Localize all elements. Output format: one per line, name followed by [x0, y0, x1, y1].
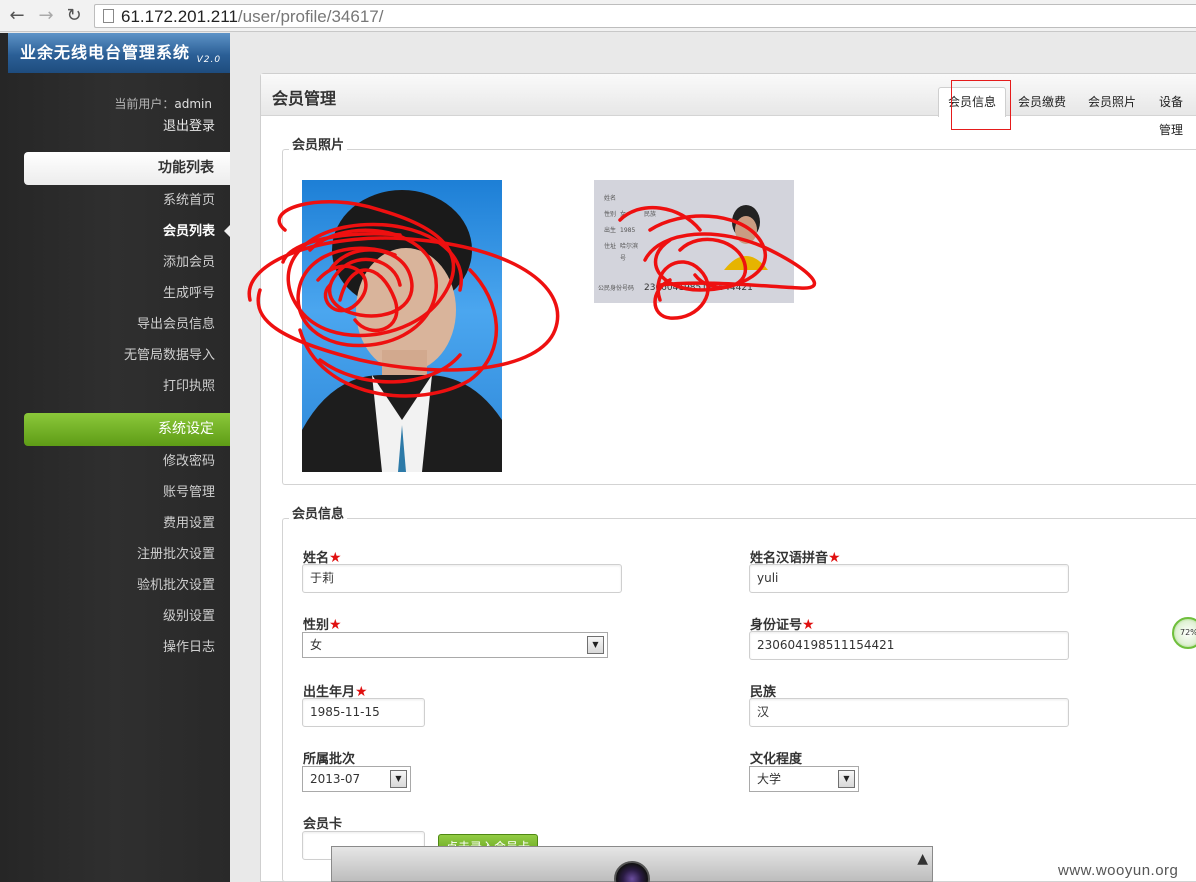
- sidebar-item-gen-callsign[interactable]: 生成呼号: [124, 278, 215, 309]
- tab-equipment[interactable]: 设备管理: [1150, 88, 1196, 137]
- app-logo: 业余无线电台管理系统 V2.0: [8, 33, 230, 73]
- id-card-birth-label: 出生: [604, 226, 616, 234]
- page-icon: [103, 9, 114, 23]
- portrait-image: [302, 190, 502, 472]
- highlight-annotation: [951, 80, 1011, 130]
- back-arrow-icon[interactable]: ←: [6, 5, 28, 27]
- sidebar-item-op-log[interactable]: 操作日志: [137, 632, 215, 663]
- watermark: www.wooyun.org: [1058, 862, 1179, 879]
- tab-member-fees[interactable]: 会员缴费: [1009, 88, 1075, 116]
- section-function-list[interactable]: 功能列表: [24, 152, 230, 185]
- collapse-up-icon[interactable]: ▲: [917, 851, 928, 867]
- address-bar[interactable]: 61.172.201.211/user/profile/34617/: [94, 4, 1196, 28]
- id-card-sex-label: 性别: [604, 210, 616, 218]
- logout-link[interactable]: 退出登录: [163, 115, 215, 134]
- sex-label: 性别★: [303, 617, 342, 633]
- id-card-address-cont: 号: [620, 255, 626, 262]
- birth-field[interactable]: 1985-11-15: [302, 698, 425, 727]
- sex-select[interactable]: 女 ▼: [302, 632, 608, 658]
- required-star-icon: ★: [329, 617, 342, 633]
- id-card-birth-year: 1985: [620, 227, 635, 234]
- media-overlay-bar[interactable]: ▲: [331, 846, 933, 882]
- section-system-settings[interactable]: 系统设定: [24, 413, 230, 446]
- id-card-sex: 女: [620, 210, 626, 218]
- id-card-number-label: 公民身份号码: [598, 284, 634, 292]
- sidebar-item-add-member[interactable]: 添加会员: [124, 247, 215, 278]
- id-number-field[interactable]: 230604198511154421: [749, 631, 1069, 660]
- id-card-address-label: 住址: [604, 242, 616, 250]
- chevron-down-icon: ▼: [587, 636, 604, 654]
- id-card-image: 姓名 性别 女 民族 出生 1985 住址 哈尔滨 号 公民身份号码 23060…: [594, 180, 794, 303]
- id-card-address: 哈尔滨: [620, 242, 638, 250]
- ethnic-field[interactable]: 汉: [749, 698, 1069, 727]
- id-card-ethnic-label: 民族: [644, 210, 656, 218]
- settings-menu: 修改密码 账号管理 费用设置 注册批次设置 验机批次设置 级别设置 操作日志: [137, 446, 215, 663]
- education-label: 文化程度: [750, 752, 803, 767]
- batch-label: 所属批次: [303, 752, 356, 767]
- tab-member-photos[interactable]: 会员照片: [1079, 88, 1145, 116]
- chevron-down-icon: ▼: [390, 770, 407, 788]
- photos-legend: 会员照片: [289, 134, 348, 153]
- id-card-number: 2306041985111544421: [644, 283, 753, 293]
- member-card-label: 会员卡: [303, 817, 343, 832]
- name-field[interactable]: 于莉: [302, 564, 622, 593]
- sidebar-item-accounts[interactable]: 账号管理: [137, 477, 215, 508]
- sidebar-item-export-members[interactable]: 导出会员信息: [124, 309, 215, 340]
- sidebar-item-member-list[interactable]: 会员列表: [124, 216, 231, 247]
- browser-toolbar: ← → ↻ 61.172.201.211/user/profile/34617/: [0, 0, 1196, 32]
- panel-header: 会员管理 会员信息 会员缴费 会员照片 设备管理: [261, 74, 1196, 137]
- sidebar-item-print-license[interactable]: 打印执照: [124, 371, 215, 402]
- url-text: 61.172.201.211/user/profile/34617/: [121, 7, 384, 26]
- page-title: 会员管理: [272, 89, 337, 108]
- forward-arrow-icon[interactable]: →: [35, 5, 57, 27]
- sidebar-item-home[interactable]: 系统首页: [124, 185, 215, 216]
- sidebar-item-reg-batch[interactable]: 注册批次设置: [137, 539, 215, 570]
- member-photo[interactable]: [302, 180, 502, 472]
- sidebar: 业余无线电台管理系统 V2.0 当前用户：admin 退出登录 功能列表 系统首…: [0, 33, 231, 882]
- id-card-photo[interactable]: 姓名 性别 女 民族 出生 1985 住址 哈尔滨 号 公民身份号码 23060…: [594, 180, 794, 303]
- speed-badge[interactable]: 72%: [1172, 617, 1196, 649]
- id-card-name-label: 姓名: [604, 194, 616, 202]
- batch-select[interactable]: 2013-07 ▼: [302, 766, 411, 792]
- sidebar-item-levels[interactable]: 级别设置: [137, 601, 215, 632]
- sidebar-item-change-password[interactable]: 修改密码: [137, 446, 215, 477]
- camera-icon[interactable]: [614, 861, 650, 882]
- reload-icon[interactable]: ↻: [63, 5, 85, 27]
- sidebar-item-import-data[interactable]: 无管局数据导入: [124, 340, 215, 371]
- function-menu: 系统首页 会员列表 添加会员 生成呼号 导出会员信息 无管局数据导入 打印执照: [124, 185, 231, 402]
- sidebar-item-fees[interactable]: 费用设置: [137, 508, 215, 539]
- chevron-down-icon: ▼: [838, 770, 855, 788]
- current-user: 当前用户：admin: [114, 97, 212, 111]
- education-select[interactable]: 大学 ▼: [749, 766, 859, 792]
- sidebar-item-inspect-batch[interactable]: 验机批次设置: [137, 570, 215, 601]
- pinyin-field[interactable]: yuli: [749, 564, 1069, 593]
- member-info-legend: 会员信息: [289, 503, 348, 522]
